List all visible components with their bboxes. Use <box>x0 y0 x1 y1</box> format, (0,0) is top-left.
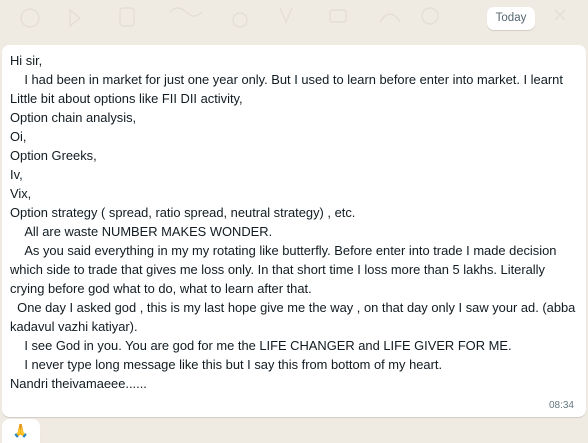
incoming-message-bubble[interactable]: Hi sir, I had been in market for just on… <box>2 45 586 417</box>
message-text: Hi sir, I had been in market for just on… <box>10 53 576 391</box>
date-separator-chip: Today <box>487 7 535 30</box>
folded-hands-emoji: 🙏 <box>12 423 30 438</box>
incoming-emoji-message-bubble[interactable]: 🙏 <box>2 419 40 443</box>
message-timestamp: 08:34 <box>548 400 574 411</box>
